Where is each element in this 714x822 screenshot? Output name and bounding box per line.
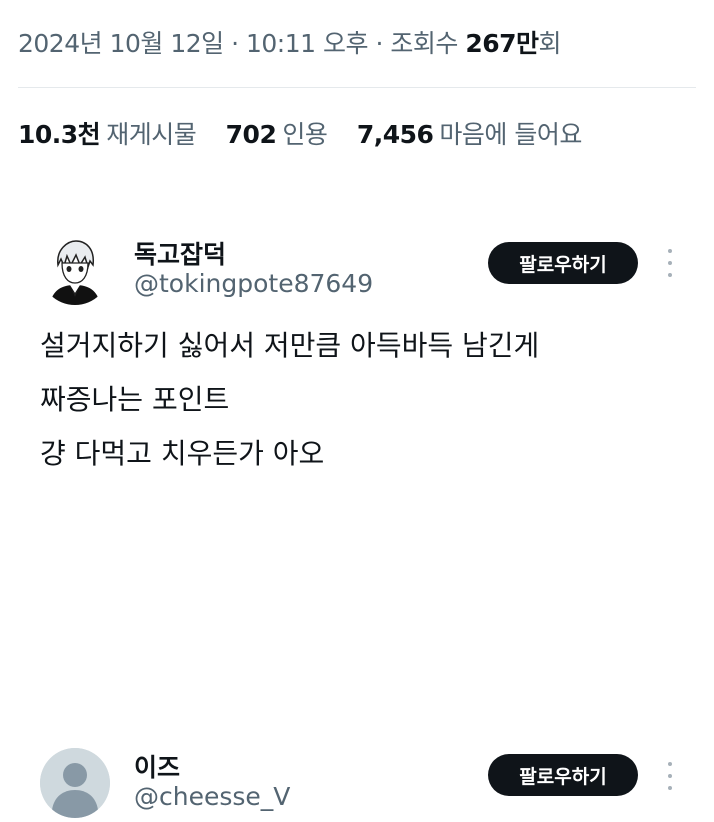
separator-dot: · xyxy=(231,29,246,58)
more-vertical-icon[interactable] xyxy=(666,762,674,790)
reply-item[interactable]: 이즈 @cheesse_V 팔로우하기 xyxy=(40,748,674,822)
reply-author-name[interactable]: 독고잡덕 xyxy=(134,235,226,271)
views-count: 267만 xyxy=(465,29,539,58)
reposts-stat[interactable]: 10.3천 재게시물 xyxy=(18,120,204,149)
likes-label: 마음에 들어요 xyxy=(439,120,582,149)
reposts-label: 재게시물 xyxy=(106,120,197,149)
tweet-time: 10:11 오후 xyxy=(246,29,369,58)
tweet-date: 2024년 10월 12일 xyxy=(18,29,224,58)
views-suffix: 회 xyxy=(538,29,562,58)
quotes-stat[interactable]: 702 인용 xyxy=(226,120,335,149)
reply-item[interactable]: 독고잡덕 @tokingpote87649 팔로우하기 설거지하기 싫어서 저만… xyxy=(40,235,674,485)
likes-stat[interactable]: 7,456 마음에 들어요 xyxy=(356,120,583,149)
reply-author-handle[interactable]: @tokingpote87649 xyxy=(134,269,373,298)
follow-button[interactable]: 팔로우하기 xyxy=(488,754,638,796)
default-avatar-icon xyxy=(40,748,110,818)
reply-text-line: 짜증나는 포인트 xyxy=(40,383,230,416)
quotes-count: 702 xyxy=(225,120,277,149)
reply-author-name[interactable]: 이즈 xyxy=(134,748,180,784)
anime-avatar-icon xyxy=(40,235,110,305)
reply-text: 설거지하기 싫어서 저만큼 아득바득 남긴게 짜증나는 포인트 걍 다먹고 치우… xyxy=(40,319,674,481)
quotes-label: 인용 xyxy=(282,120,328,149)
views-prefix: 조회수 xyxy=(390,29,458,58)
reply-text-line: 걍 다먹고 치우든가 아오 xyxy=(40,437,325,470)
separator-dot: · xyxy=(375,29,391,58)
avatar[interactable] xyxy=(40,235,110,305)
likes-count: 7,456 xyxy=(356,120,434,149)
reply-text-line: 설거지하기 싫어서 저만큼 아득바득 남긴게 xyxy=(40,329,540,362)
follow-button[interactable]: 팔로우하기 xyxy=(488,242,638,284)
reply-author-handle[interactable]: @cheesse_V xyxy=(134,782,290,811)
avatar[interactable] xyxy=(40,748,110,818)
reposts-count: 10.3천 xyxy=(18,120,101,149)
tweet-stats: 10.3천 재게시물 702 인용 7,456 마음에 들어요 xyxy=(18,115,604,151)
more-vertical-icon[interactable] xyxy=(666,249,674,277)
tweet-meta: 2024년 10월 12일 · 10:11 오후 · 조회수 267만회 xyxy=(18,24,562,60)
divider xyxy=(18,87,696,88)
